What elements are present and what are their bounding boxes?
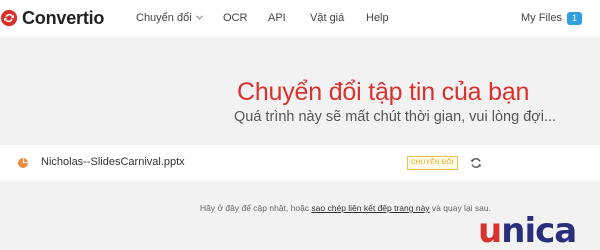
nav-pricing[interactable]: Vật giá [310, 12, 344, 24]
nav-help[interactable]: Help [366, 12, 389, 24]
chevron-down-icon [195, 15, 203, 20]
nav-convert-label: Chuyển đổi [136, 12, 192, 24]
watermark-letter-i: i [524, 211, 536, 250]
convertio-logo-icon [0, 9, 18, 27]
nav-convert[interactable]: Chuyển đổi [136, 12, 203, 24]
nav-api[interactable]: API [268, 12, 286, 24]
refresh-icon[interactable] [469, 156, 483, 170]
watermark-letter-a: a [554, 211, 577, 250]
status-notice: Hãy ở đây để cập nhật, hoặc sao chép liê… [200, 203, 491, 213]
unica-watermark: u n i c a [478, 208, 577, 250]
top-navbar: Convertio Chuyển đổi OCR API Vật giá Hel… [0, 0, 600, 37]
notice-prefix: Hãy ở đây để cập nhật, hoặc [200, 203, 312, 213]
file-row: Nicholas--SlidesCarnival.pptx CHUYỂN ĐỔI [0, 145, 600, 181]
watermark-letter-c: c [535, 211, 555, 250]
my-files-label: My Files [521, 12, 562, 24]
watermark-letter-n: n [501, 211, 525, 250]
nav-my-files[interactable]: My Files 1 [521, 12, 582, 25]
nav-ocr[interactable]: OCR [223, 12, 247, 24]
my-files-count-badge: 1 [566, 12, 582, 25]
copy-link-text[interactable]: sao chép liên kết đếp trang này [311, 203, 429, 213]
page-subtitle: Quá trình này sẽ mất chút thời gian, vui… [234, 109, 557, 125]
page-title: Chuyển đổi tập tin của bạn [237, 78, 530, 106]
logo[interactable]: Convertio [0, 6, 104, 30]
brand-name: Convertio [22, 7, 105, 28]
file-name: Nicholas--SlidesCarnival.pptx [41, 156, 185, 168]
watermark-letter-u: u [478, 211, 502, 250]
status-badge: CHUYỂN ĐỔI [407, 156, 458, 170]
pie-chart-icon [18, 158, 28, 168]
